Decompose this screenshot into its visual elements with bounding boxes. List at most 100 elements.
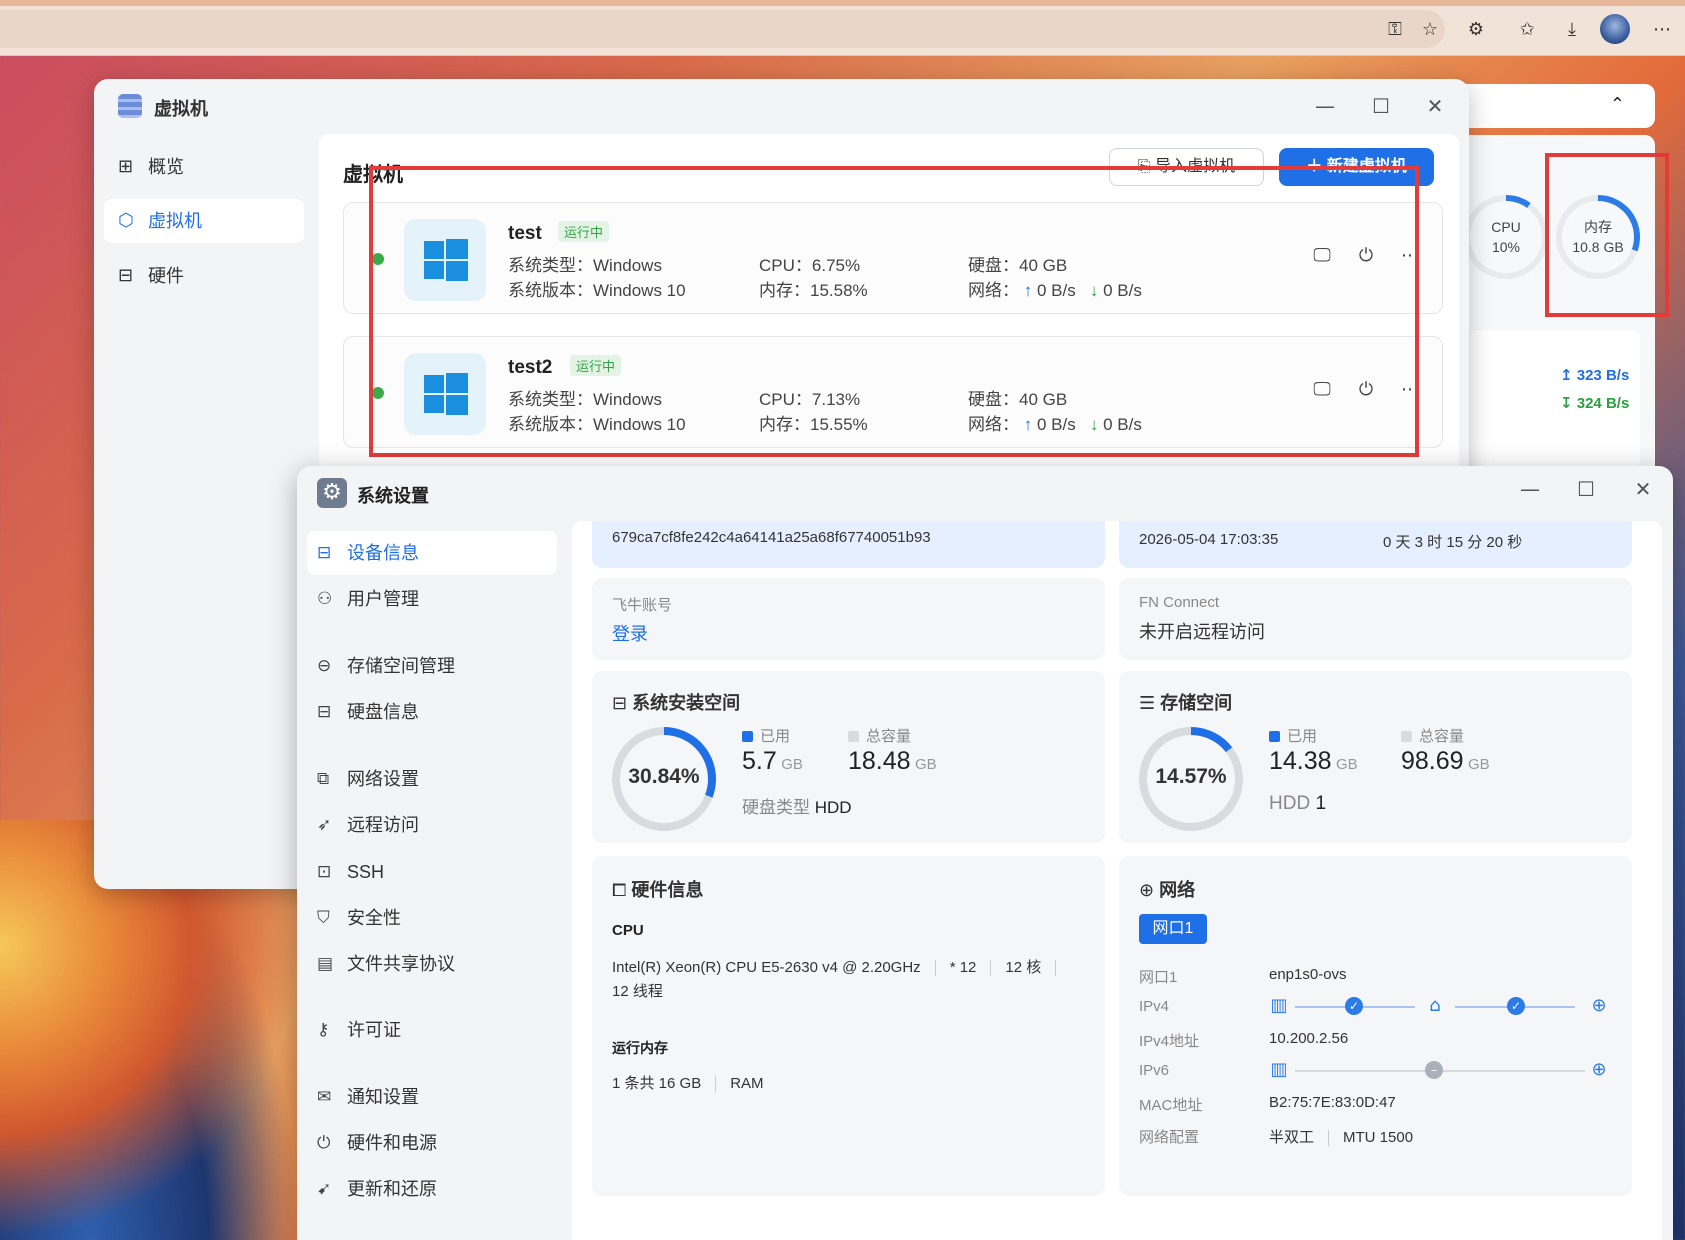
minimize-icon[interactable]: — [1312, 93, 1338, 119]
vm-app-icon [118, 94, 142, 118]
nav-notifications[interactable]: ✉ 通知设置 [307, 1075, 557, 1119]
nav-security[interactable]: ⛉ 安全性 [307, 896, 557, 940]
system-datetime: 2026-05-04 17:03:35 [1139, 531, 1279, 548]
grid-icon: ⊞ [118, 156, 134, 177]
cpu-threads: 12 线程 [612, 983, 663, 1000]
shield-icon: ⛉ [317, 908, 330, 928]
nav-file-sharing[interactable]: ▤ 文件共享协议 [307, 942, 557, 986]
storage-space-card: ☰ 存储空间 14.57% 已用 总容量 14.38 GB 98.69 GB H… [1119, 671, 1632, 843]
nav-ssh[interactable]: ⊡ SSH [307, 850, 557, 894]
hardware-icon: ⧠ [612, 880, 627, 901]
cpu-gauge-value: 10% [1491, 239, 1521, 255]
system-space-title: ⊟ 系统安装空间 [612, 693, 741, 714]
sidebar-item-overview[interactable]: ⊞ 概览 [104, 145, 304, 189]
nav-hardware-power[interactable]: ⏻ 硬件和电源 [307, 1121, 557, 1165]
memory-heading: 运行内存 [612, 1040, 668, 1056]
used-legend-marker [742, 731, 753, 742]
nav-network-settings[interactable]: ⧉ 网络设置 [307, 757, 557, 801]
mail-icon: ✉ [317, 1087, 332, 1107]
extensions-icon[interactable]: ⚙ [1464, 18, 1488, 42]
star-icon[interactable]: ☆ [1418, 18, 1442, 42]
terminal-icon: ⊡ [317, 862, 332, 882]
close-icon[interactable]: ✕ [1630, 476, 1656, 502]
power-icon: ⏻ [317, 1133, 331, 1153]
cube-icon: ⬡ [118, 210, 134, 231]
nav-device-info[interactable]: ⊟ 设备信息 [307, 531, 557, 575]
hardware-card: ⧠ 硬件信息 CPU Intel(R) Xeon(R) CPU E5-2630 … [592, 856, 1105, 1196]
used-legend-marker [1269, 731, 1280, 742]
used-value: 14.38 GB [1269, 747, 1358, 775]
vm-window-title: 虚拟机 [154, 99, 208, 119]
fn-connect-label: FN Connect [1139, 594, 1220, 611]
nav-disk-info[interactable]: ⊟ 硬盘信息 [307, 690, 557, 734]
nic-icon: ▥ [1270, 1059, 1288, 1080]
download-icon[interactable]: ⤓ [1560, 18, 1584, 42]
hardware-title: ⧠ 硬件信息 [612, 880, 704, 901]
sidebar-item-vms[interactable]: ⬡ 虚拟机 [104, 199, 304, 243]
address-bar[interactable] [0, 10, 1445, 48]
used-value: 5.7 GB [742, 747, 803, 775]
account-card: 飞牛账号 登录 [592, 578, 1105, 660]
settings-window-title: 系统设置 [357, 486, 429, 506]
cpu-details: Intel(R) Xeon(R) CPU E5-2630 v4 @ 2.20GH… [612, 956, 1070, 977]
cpu-heading: CPU [612, 922, 644, 939]
more-icon[interactable]: ⋯ [1650, 18, 1674, 42]
maximize-icon[interactable]: ☐ [1368, 93, 1394, 119]
globe-icon: ⊕ [1591, 995, 1607, 1016]
tab-port1[interactable]: 网口1 [1139, 914, 1207, 944]
net-config-label: 网络配置 [1139, 1129, 1200, 1146]
collapse-icon[interactable]: ⌃ [1610, 94, 1625, 115]
ipv4-label: IPv4 [1139, 998, 1170, 1015]
fn-connect-card: FN Connect 未开启远程访问 [1119, 578, 1632, 660]
total-legend-marker [848, 731, 859, 742]
nav-user-management[interactable]: ⚇ 用户管理 [307, 577, 557, 621]
send-icon: ➶ [317, 815, 332, 835]
close-icon[interactable]: ✕ [1422, 93, 1448, 119]
total-label: 总容量 [866, 728, 912, 745]
network-card: ⊕ 网络 网口1 网口1 enp1s0-ovs IPv4 ▥ ✓ ⌂ ✓ ⊕ I… [1119, 856, 1632, 1196]
check-icon: ✓ [1345, 997, 1363, 1015]
mac-address: B2:75:7E:83:0D:47 [1269, 1094, 1396, 1111]
nav-storage-management[interactable]: ⊖ 存储空间管理 [307, 644, 557, 688]
ipv4-address-label: IPv4地址 [1139, 1033, 1200, 1050]
account-label: 飞牛账号 [612, 597, 673, 614]
favorites-icon[interactable]: ✩ [1515, 18, 1539, 42]
nav-license[interactable]: ⚷ 许可证 [307, 1008, 557, 1052]
key-icon: ⚷ [317, 1020, 330, 1040]
upload-speed: ↥ 323 B/s [1560, 367, 1630, 384]
background-traffic-widget: ↥ 323 B/s ↧ 324 B/s [1470, 330, 1640, 470]
key-icon[interactable]: ⚿ [1383, 18, 1407, 42]
login-link[interactable]: 登录 [612, 620, 648, 646]
device-id-card: 679ca7cf8fe242c4a64141a25a68f67740051b93 [592, 521, 1105, 568]
total-label: 总容量 [1419, 728, 1465, 745]
rocket-icon: ➹ [317, 1179, 332, 1199]
memory-gauge-value: 10.8 GB [1572, 239, 1624, 255]
cpu-gauge: CPU 10% [1464, 195, 1548, 279]
memory-gauge-label: 内存 [1584, 219, 1612, 235]
maximize-icon[interactable]: ☐ [1573, 476, 1599, 502]
fn-connect-status: 未开启远程访问 [1139, 622, 1265, 642]
minimize-icon[interactable]: — [1517, 476, 1543, 502]
total-value: 18.48 GB [848, 747, 937, 775]
hdd-count: HDD 1 [1269, 793, 1327, 814]
storage-icon: ⊖ [317, 656, 332, 676]
disk-type: 硬盘类型 HDD [742, 798, 852, 817]
system-space-card: ⊟ 系统安装空间 30.84% 已用 总容量 5.7 GB 18.48 GB 硬… [592, 671, 1105, 843]
used-label: 已用 [1287, 728, 1318, 745]
nav-update-restore[interactable]: ➹ 更新和还原 [307, 1167, 557, 1211]
system-space-ring: 30.84% [612, 727, 716, 831]
ipv4-address: 10.200.2.56 [1269, 1030, 1349, 1047]
users-icon: ⚇ [317, 589, 333, 609]
avatar[interactable] [1600, 14, 1630, 44]
total-legend-marker [1401, 731, 1412, 742]
download-speed: ↧ 324 B/s [1560, 395, 1630, 412]
globe-icon: ⊕ [1139, 880, 1155, 901]
ipv6-label: IPv6 [1139, 1062, 1170, 1079]
sidebar-item-hardware[interactable]: ⊟ 硬件 [104, 254, 304, 298]
uptime: 0 天 3 时 15 分 20 秒 [1383, 534, 1523, 551]
storage-space-title: ☰ 存储空间 [1139, 693, 1233, 714]
port-value: enp1s0-ovs [1269, 966, 1347, 983]
settings-main-panel: 679ca7cf8fe242c4a64141a25a68f67740051b93… [572, 521, 1662, 1240]
document-icon: ▤ [317, 954, 334, 974]
nav-remote-access[interactable]: ➶ 远程访问 [307, 803, 557, 847]
